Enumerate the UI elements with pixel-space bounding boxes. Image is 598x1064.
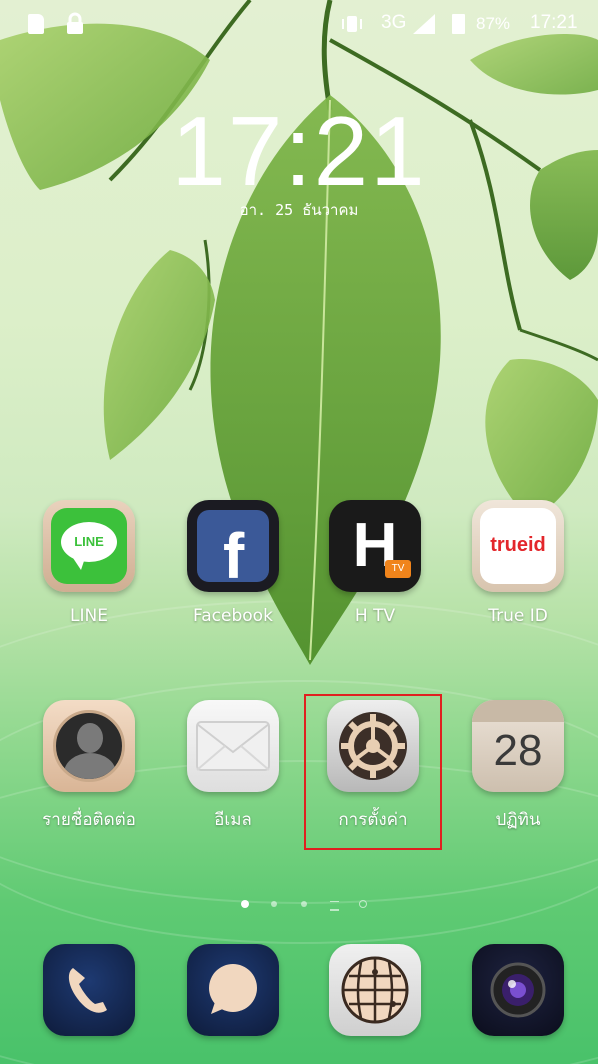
line-icon: LINE — [43, 500, 135, 592]
app-trueid[interactable]: trueid True ID — [453, 500, 583, 626]
dock-messages[interactable] — [168, 944, 298, 1036]
battery-icon — [452, 14, 465, 34]
lock-icon — [64, 12, 86, 38]
dock-camera[interactable] — [453, 944, 583, 1036]
camera-icon — [472, 944, 564, 1036]
status-bar: 3G 87% 17:21 — [0, 0, 598, 52]
facebook-icon: f — [187, 500, 279, 592]
htv-icon: H TV — [329, 500, 421, 592]
battery-percent: 87% — [476, 14, 511, 33]
calendar-icon: 28 — [472, 700, 564, 792]
contacts-icon — [43, 700, 135, 792]
app-facebook[interactable]: f Facebook — [168, 500, 298, 626]
app-email[interactable]: อีเมล — [168, 700, 298, 833]
app-label-htv: H TV — [354, 606, 396, 626]
htv-tv-badge: TV — [385, 560, 411, 578]
calendar-day: 28 — [493, 726, 543, 775]
lockscreen-date: อา. 25 ธันวาคม — [239, 201, 359, 219]
home-screen: 3G 87% 17:21 17:21 อา. 25 ธันวาคม LINE L… — [0, 0, 598, 1064]
app-label-contacts: รายชื่อติดต่อ — [42, 810, 136, 830]
browser-globe-icon — [329, 944, 421, 1036]
app-label-trueid: True ID — [488, 606, 548, 626]
messages-icon — [187, 944, 279, 1036]
network-type: 3G — [381, 12, 407, 33]
app-calendar[interactable]: 28 ปฏิทิน — [453, 700, 583, 833]
app-label-line: LINE — [70, 606, 108, 626]
dock-phone[interactable] — [24, 944, 154, 1036]
app-htv[interactable]: H TV H TV — [310, 500, 440, 626]
home-page-icon — [330, 901, 339, 911]
vibrate-icon — [340, 14, 364, 38]
status-time: 17:21 — [530, 12, 578, 33]
trueid-logo-text: trueid — [490, 534, 546, 556]
sim-card-icon — [28, 14, 44, 34]
lockscreen-clock: 17:21 — [171, 96, 427, 206]
signal-icon — [413, 14, 435, 38]
app-label-facebook: Facebook — [193, 606, 273, 626]
email-icon — [187, 700, 279, 792]
trueid-icon: trueid — [472, 500, 564, 592]
settings-highlight-box — [304, 694, 442, 850]
search-page-icon — [359, 900, 367, 908]
app-contacts[interactable]: รายชื่อติดต่อ — [24, 700, 154, 833]
app-line[interactable]: LINE LINE — [24, 500, 154, 626]
app-label-email: อีเมล — [214, 810, 252, 830]
phone-icon — [43, 944, 135, 1036]
app-label-calendar: ปฏิทิน — [495, 810, 541, 830]
dock-browser[interactable] — [310, 944, 440, 1036]
page-indicator — [235, 898, 375, 912]
